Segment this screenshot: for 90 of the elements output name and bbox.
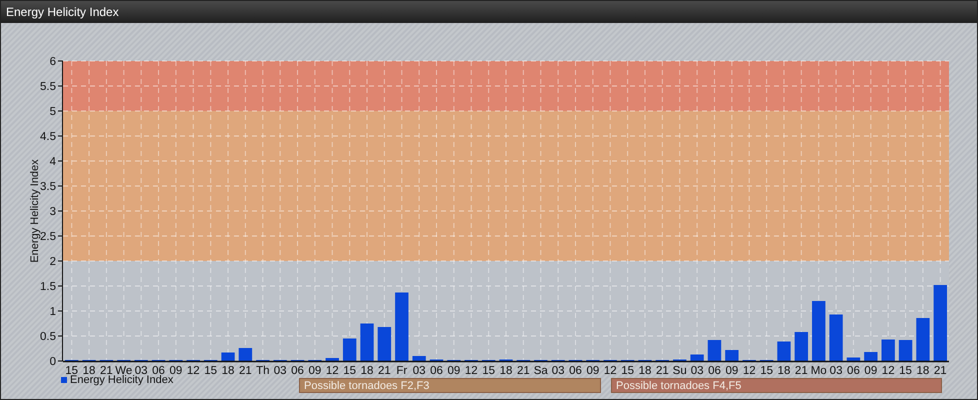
x-tick-label: 03: [830, 365, 842, 375]
x-tick-label: 15: [621, 365, 634, 375]
zone-label: Possible tornadoes F2,F3: [299, 378, 601, 393]
x-tick-label: 21: [794, 365, 808, 375]
bar: [812, 301, 826, 361]
y-tick-label: 0.5: [40, 331, 56, 343]
x-tick-label: 21: [934, 365, 947, 375]
y-tick-label: 6: [50, 56, 56, 68]
legend-label: Energy Helicity Index: [70, 374, 174, 386]
bar: [342, 338, 356, 361]
bar: [882, 340, 895, 361]
bar: [238, 348, 252, 361]
y-tick-label: 1: [50, 306, 56, 318]
bar: [221, 352, 235, 361]
window-title: Energy Helicity Index: [1, 1, 977, 23]
y-tick-label: 3: [50, 206, 56, 218]
y-tick-label: 4: [50, 156, 56, 168]
bar: [725, 350, 739, 361]
y-tick-label: 4.5: [40, 131, 56, 143]
x-tick-label: 09: [864, 365, 878, 375]
x-tick-label: 18: [500, 365, 512, 375]
bar: [916, 318, 930, 361]
x-tick-label: 21: [100, 365, 113, 375]
x-tick-label: 06: [708, 365, 721, 375]
bar: [326, 358, 339, 361]
x-tick-label: Th: [256, 365, 270, 375]
x-tick-label: 09: [447, 365, 460, 375]
legend-swatch-icon: [61, 377, 67, 383]
x-tick-label: 12: [882, 365, 895, 375]
x-tick-label: 06: [569, 365, 582, 375]
x-tick-label: 09: [725, 365, 738, 375]
x-tick-label: 12: [326, 365, 339, 375]
x-tick-label: 12: [604, 365, 617, 375]
x-tick-label: 06: [847, 365, 860, 375]
y-tick-label: 2.5: [40, 231, 56, 243]
bar: [794, 332, 808, 361]
bar: [708, 340, 722, 361]
x-tick-label: 03: [552, 365, 565, 375]
x-tick-label: 06: [430, 365, 443, 375]
x-tick-label: 21: [656, 365, 669, 375]
x-tick-label: 12: [742, 365, 756, 375]
x-tick-label: 18: [82, 365, 96, 375]
x-tick-label: 15: [65, 365, 78, 375]
x-tick-label: Sa: [534, 365, 548, 375]
y-axis-title: Energy Helicity Index: [29, 159, 41, 263]
bar: [378, 327, 392, 361]
bar: [360, 324, 374, 361]
x-tick-label: 15: [760, 365, 773, 375]
x-tick-label: 15: [482, 365, 496, 375]
x-tick-label: 09: [308, 365, 322, 375]
x-tick-label: 21: [378, 365, 391, 375]
x-tick-label: 06: [152, 365, 165, 375]
x-tick-label: 15: [204, 365, 218, 375]
x-tick-label: Mo: [810, 365, 827, 375]
x-tick-label: 18: [360, 365, 374, 375]
bar: [690, 354, 704, 361]
bar: [898, 340, 912, 361]
x-tick-label: 09: [170, 365, 182, 375]
x-tick-label: 18: [222, 365, 234, 375]
x-tick-label: 12: [464, 365, 478, 375]
x-tick-label: Su: [672, 365, 687, 375]
x-tick-label: 15: [899, 365, 912, 375]
x-tick-label: 21: [516, 365, 530, 375]
bar: [829, 314, 843, 361]
y-tick-label: 0: [50, 356, 56, 368]
x-tick-label: 03: [274, 365, 287, 375]
y-tick-label: 5.5: [40, 81, 56, 93]
y-tick-label: 2: [50, 256, 56, 268]
bar: [395, 292, 408, 361]
x-tick-label: Fr: [396, 365, 408, 375]
zone-label: Possible tornadoes F4,F5: [611, 378, 942, 393]
x-tick-label: 18: [638, 365, 652, 375]
x-tick-label: 03: [412, 365, 426, 375]
y-tick-label: 3.5: [40, 181, 56, 193]
x-tick-label: 18: [916, 365, 930, 375]
bar: [864, 352, 878, 361]
x-tick-label: 06: [291, 365, 304, 375]
bar: [412, 356, 426, 361]
x-tick-label: 21: [239, 365, 252, 375]
bar: [777, 342, 791, 361]
x-tick-label: 18: [778, 365, 790, 375]
y-tick-label: 5: [50, 106, 56, 118]
x-tick-label: We: [115, 365, 132, 375]
bar: [846, 358, 860, 361]
x-tick-label: 03: [690, 365, 704, 375]
x-tick-label: 12: [186, 365, 200, 375]
x-tick-label: 09: [586, 365, 600, 375]
x-tick-label: 03: [134, 365, 148, 375]
x-tick-label: 15: [343, 365, 356, 375]
y-tick-label: 1.5: [40, 281, 56, 293]
